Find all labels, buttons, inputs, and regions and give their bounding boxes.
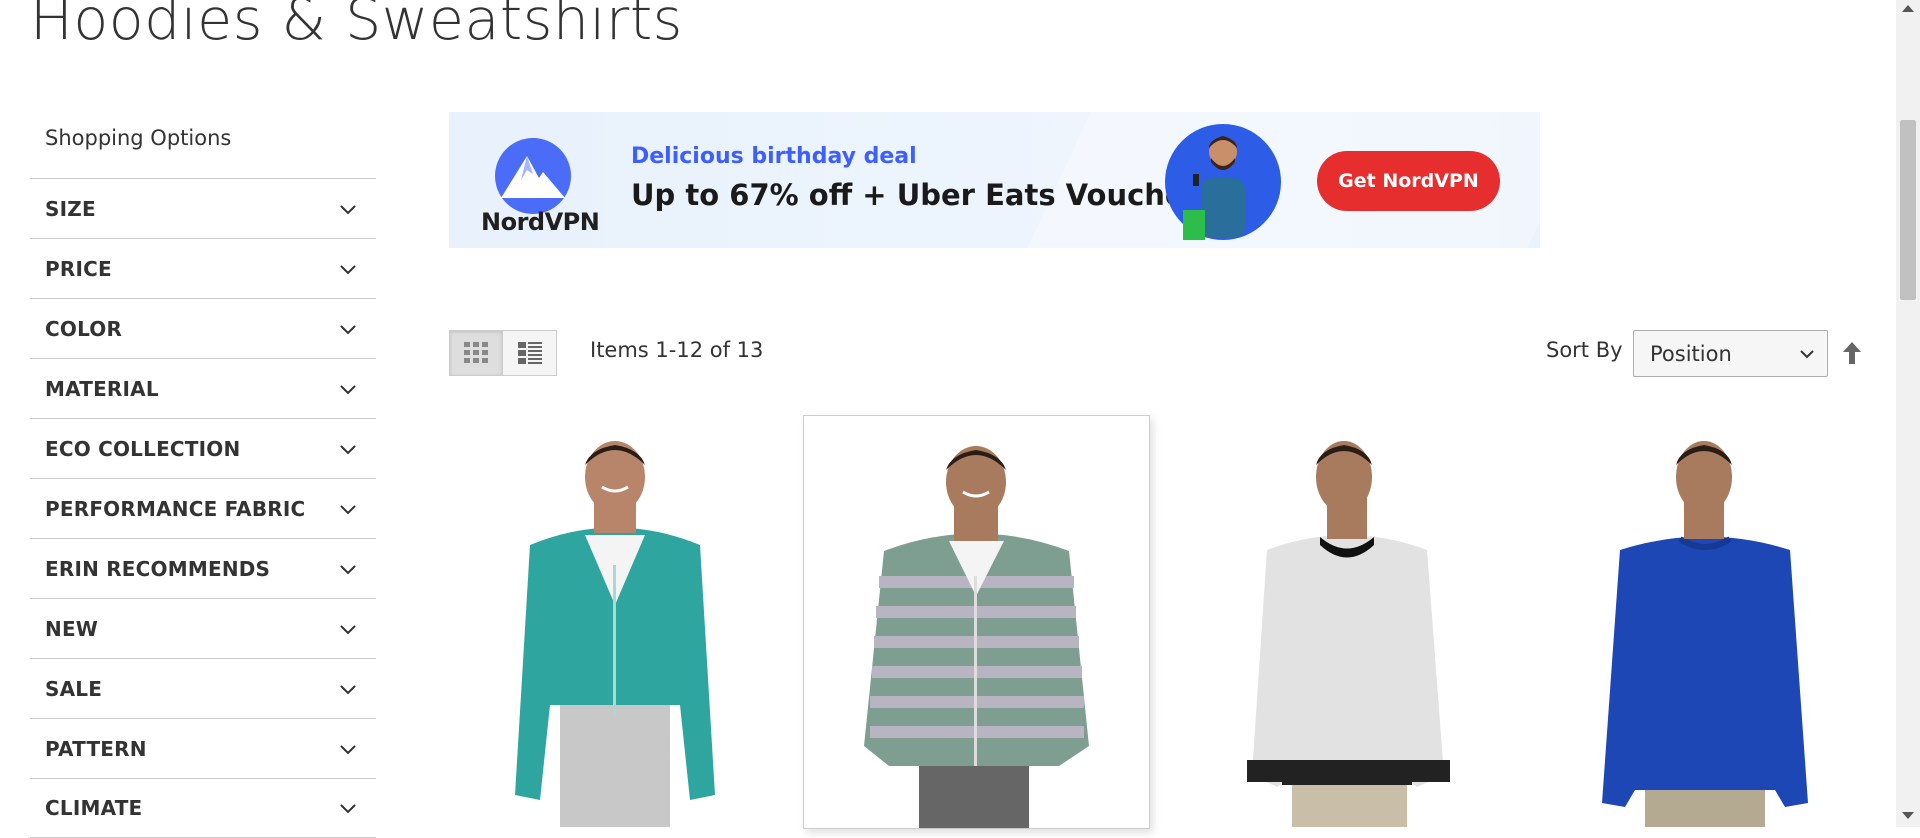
sort-by-value: Position <box>1650 341 1732 366</box>
chevron-down-icon <box>340 384 356 394</box>
toolbar-items-count: Items 1-12 of 13 <box>590 338 764 362</box>
banner-headline: Up to 67% off + Uber Eats Voucher <box>631 178 1199 212</box>
chevron-down-icon <box>340 444 356 454</box>
chevron-down-icon <box>340 624 356 634</box>
filter-label: SALE <box>45 676 103 701</box>
list-icon <box>517 342 542 364</box>
banner-subtitle: Delicious birthday deal <box>631 144 917 169</box>
banner-person-illustration <box>1165 124 1281 240</box>
get-nordvpn-button[interactable]: Get NordVPN <box>1317 151 1500 211</box>
filter-price[interactable]: PRICE <box>30 238 376 298</box>
filter-eco-collection[interactable]: ECO COLLECTION <box>30 418 376 478</box>
nordvpn-ad-banner[interactable]: NordVPN Delicious birthday deal Up to 67… <box>449 112 1540 248</box>
filter-label: NEW <box>45 616 99 641</box>
filter-material[interactable]: MATERIAL <box>30 358 376 418</box>
product-image-grey-sweatshirt <box>1247 441 1450 827</box>
chevron-down-icon <box>340 264 356 274</box>
filter-performance-fabric[interactable]: PERFORMANCE FABRIC <box>30 478 376 538</box>
sort-direction-arrow-icon[interactable] <box>1841 340 1863 366</box>
chevron-down-icon <box>340 684 356 694</box>
chevron-down-icon <box>1800 349 1814 358</box>
grid-icon <box>464 342 488 363</box>
filter-label: SIZE <box>45 196 96 221</box>
chevron-down-icon <box>340 744 356 754</box>
chevron-down-icon <box>340 804 356 814</box>
chevron-down-icon <box>340 564 356 574</box>
page-title: Hoodies & Sweatshirts <box>30 0 683 53</box>
nordvpn-wordmark: NordVPN <box>481 208 600 236</box>
filter-label: PRICE <box>45 256 112 281</box>
filter-new[interactable]: NEW <box>30 598 376 658</box>
scroll-down-arrow-icon[interactable] <box>1902 812 1914 819</box>
page-scrollbar[interactable] <box>1896 0 1920 827</box>
filter-label: COLOR <box>45 316 123 341</box>
scroll-up-arrow-icon[interactable] <box>1902 5 1914 12</box>
shopping-options-sidebar: Shopping Options SIZE PRICE COLOR MATERIAL E… <box>30 118 376 838</box>
filter-label: ECO COLLECTION <box>45 436 241 461</box>
filter-erin-recommends[interactable]: ERIN RECOMMENDS <box>30 538 376 598</box>
sort-by-select[interactable]: Position <box>1633 330 1828 377</box>
filter-label: MATERIAL <box>45 376 159 401</box>
list-view-button[interactable] <box>503 330 557 376</box>
sort-by-label: Sort By <box>1546 338 1623 362</box>
product-image-teal-hoodie <box>515 441 715 827</box>
filter-color[interactable]: COLOR <box>30 298 376 358</box>
filter-size[interactable]: SIZE <box>30 178 376 238</box>
chevron-down-icon <box>340 504 356 514</box>
chevron-down-icon <box>340 324 356 334</box>
filter-sale[interactable]: SALE <box>30 658 376 718</box>
filter-label: PERFORMANCE FABRIC <box>45 496 306 521</box>
product-item-1[interactable] <box>490 415 740 827</box>
filter-label: CLIMATE <box>45 796 143 820</box>
product-image-striped-hoodie <box>864 446 1089 828</box>
shopping-options-heading: Shopping Options <box>45 126 232 150</box>
view-mode-switcher <box>449 330 557 376</box>
product-image-blue-longsleeve <box>1602 441 1808 827</box>
filter-label: ERIN RECOMMENDS <box>45 556 271 581</box>
filter-label: PATTERN <box>45 736 147 761</box>
grid-view-button[interactable] <box>449 330 503 376</box>
chevron-down-icon <box>340 204 356 214</box>
filter-climate[interactable]: CLIMATE <box>30 778 376 838</box>
product-item-4[interactable] <box>1580 415 1830 827</box>
filter-pattern[interactable]: PATTERN <box>30 718 376 778</box>
scrollbar-thumb[interactable] <box>1900 120 1916 300</box>
product-item-3[interactable] <box>1222 415 1472 827</box>
product-item-2[interactable] <box>803 415 1150 829</box>
